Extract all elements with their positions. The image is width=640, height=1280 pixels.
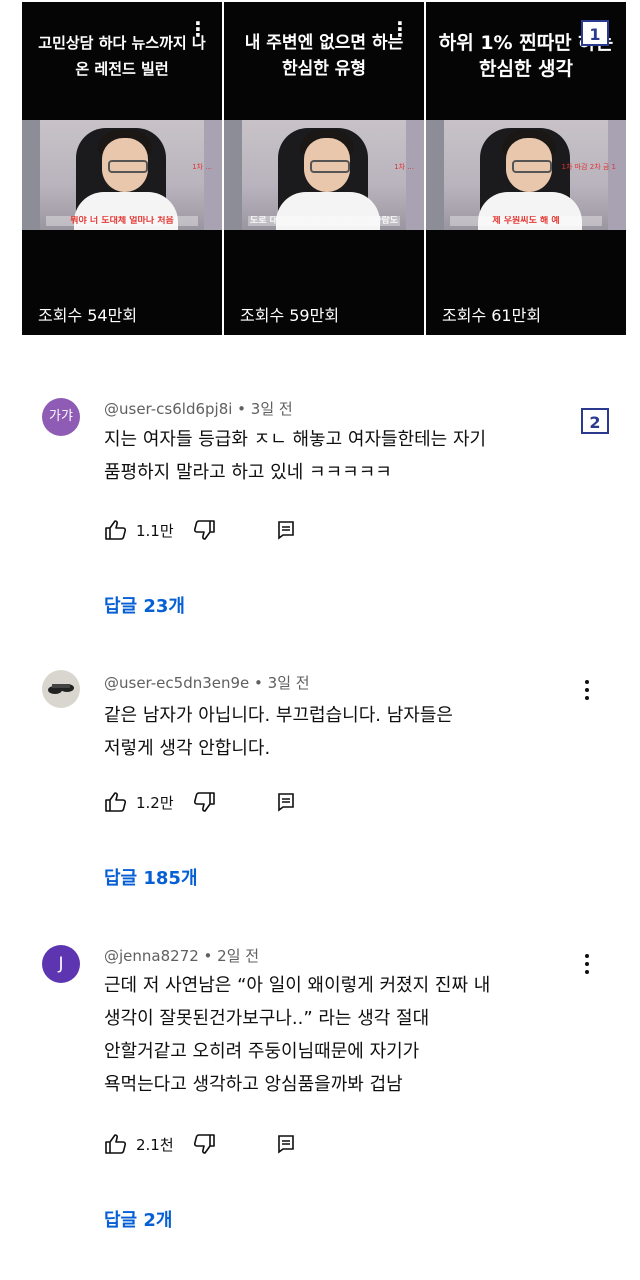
comment-line: 생각이 잘못된건가보구나..” 라는 생각 절대 (104, 1008, 430, 1029)
short-thumbnail: 1차 ... 도로 대에서서 한 번에 끝내버린 사람도 있어 (224, 120, 424, 230)
marker-1: 1 (581, 20, 609, 46)
comment-body: 같은 남자가 아닙니다. 부끄럽습니다. 남자들은 저렇게 생각 안합니다. (104, 699, 584, 765)
short-card-3[interactable]: 하위 1% 찐따만 하는 한심한 생각 1차 마감 2차 금 1 제 우원씨도 … (426, 2, 626, 335)
like-count: 1.2만 (136, 793, 174, 812)
comment-body: 지는 여자들 등급화 ㅈㄴ 해놓고 여자들한테는 자기 품평하지 말라고 하고 … (104, 423, 584, 489)
more-vert-icon[interactable]: ⋮ (188, 19, 208, 39)
replies-button[interactable]: 답글 185개 (104, 864, 198, 890)
comment-line: 저렇게 생각 안합니다. (104, 738, 271, 759)
comment-line: 지는 여자들 등급화 ㅈㄴ 해놓고 여자들한테는 자기 (104, 429, 487, 450)
thumbnail-subtitle: 도로 대에서서 한 번에 끝내버린 사람도 있어 (248, 216, 400, 226)
comment-line: 욕먹는다고 생각하고 앙심품을까봐 겁남 (104, 1074, 403, 1095)
like-count: 2.1천 (136, 1135, 174, 1154)
like-count: 1.1만 (136, 521, 174, 540)
more-vert-icon[interactable]: ⋮ (390, 19, 410, 39)
shorts-shelf: 고민상담 하다 뉴스까지 나온 레전드 빌런 ⋮ 1차 ... 뭐야 너 도대체… (0, 0, 640, 345)
thumbnail-side-caption: 1차 ... (192, 163, 212, 171)
thumbs-down-icon[interactable] (192, 791, 216, 813)
thumbs-down-icon[interactable] (192, 519, 216, 541)
comment-line: 같은 남자가 아닙니다. 부끄럽습니다. 남자들은 (104, 705, 453, 726)
thumbnail-subtitle: 제 우원씨도 해 예 (450, 216, 602, 226)
short-card-1[interactable]: 고민상담 하다 뉴스까지 나온 레전드 빌런 ⋮ 1차 ... 뭐야 너 도대체… (22, 2, 222, 335)
comment-meta: @user-ec5dn3en9e • 3일 전 (104, 674, 310, 692)
comment-body: 근데 저 사연남은 “아 일이 왜이렇게 커졌지 진짜 내 생각이 잘못된건가보… (104, 969, 584, 1101)
comment-meta: @user-cs6ld6pj8i • 3일 전 (104, 400, 293, 418)
thumbs-up-icon[interactable] (104, 519, 128, 541)
marker-2: 2 (581, 408, 609, 434)
thumbnail-subtitle: 뭐야 너 도대체 얼마나 처음 (46, 216, 198, 226)
short-views: 조회수 59만회 (240, 306, 340, 325)
comment-line: 안할거같고 오히려 주둥이님때문에 자기가 (104, 1041, 420, 1062)
comment-icon[interactable] (276, 1134, 296, 1154)
comment-icon[interactable] (276, 792, 296, 812)
avatar[interactable] (42, 670, 80, 708)
replies-button[interactable]: 답글 2개 (104, 1206, 172, 1232)
comment-line: 근데 저 사연남은 “아 일이 왜이렇게 커졌지 진짜 내 (104, 975, 491, 996)
thumbnail-side-caption: 1차 ... (394, 163, 414, 171)
short-views: 조회수 61만회 (442, 306, 542, 325)
thumbs-up-icon[interactable] (104, 1133, 128, 1155)
short-card-2[interactable]: 내 주변엔 없으면 하는 한심한 유형 ⋮ 1차 ... 도로 대에서서 한 번… (224, 2, 424, 335)
thumbnail-side-caption: 1차 마감 2차 금 1 (561, 163, 616, 171)
comment-icon[interactable] (276, 520, 296, 540)
comment-actions: 1.1만 (104, 518, 296, 542)
comment-actions: 2.1천 (104, 1132, 296, 1156)
thumbs-down-icon[interactable] (192, 1133, 216, 1155)
replies-button[interactable]: 답글 23개 (104, 592, 185, 618)
comment-line: 품평하지 말라고 하고 있네 ㅋㅋㅋㅋㅋ (104, 462, 392, 483)
comment-meta: @jenna8272 • 2일 전 (104, 947, 260, 965)
avatar[interactable]: 가갸 (42, 398, 80, 436)
comment-actions: 1.2만 (104, 790, 296, 814)
short-thumbnail: 1차 마감 2차 금 1 제 우원씨도 해 예 (426, 120, 626, 230)
thumbs-up-icon[interactable] (104, 791, 128, 813)
avatar[interactable]: J (42, 945, 80, 983)
short-views: 조회수 54만회 (38, 306, 138, 325)
short-thumbnail: 1차 ... 뭐야 너 도대체 얼마나 처음 (22, 120, 222, 230)
